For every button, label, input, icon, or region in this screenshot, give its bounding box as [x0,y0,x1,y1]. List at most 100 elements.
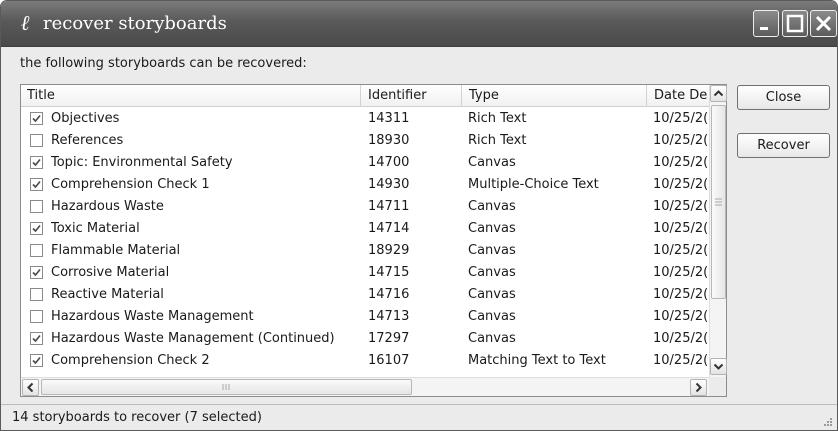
row-date: 10/25/2( [653,133,709,148]
row-type: Multiple-Choice Text [468,177,599,192]
chevron-left-icon [27,382,34,393]
list-rows: Objectives 14311 Rich Text 10/25/2(Referenc… [21,108,709,378]
row-identifier: 14311 [368,111,410,126]
row-identifier: 14711 [368,199,410,214]
recover-storyboards-dialog: ℓ recover storyboards the following stor… [0,0,838,431]
row-title: Comprehension Check 2 [51,353,210,368]
scroll-up-button[interactable] [710,85,727,102]
row-checkbox[interactable] [30,288,43,301]
table-row[interactable]: Topic: Environmental Safety 14700 Canvas 10… [21,152,709,174]
scroll-down-button[interactable] [710,358,727,375]
row-date: 10/25/2( [653,331,709,346]
row-title: Toxic Material [51,221,140,236]
row-title: Topic: Environmental Safety [51,155,233,170]
row-date: 10/25/2( [653,155,709,170]
row-identifier: 14714 [368,221,410,236]
row-date: 10/25/2( [653,177,709,192]
row-date: 10/25/2( [653,221,709,236]
row-checkbox[interactable] [30,354,43,367]
row-date: 10/25/2( [653,199,709,214]
storyboard-list[interactable]: Title Identifier Type Date De Objectives… [20,84,727,397]
column-header-title[interactable]: Title [21,85,361,107]
table-row[interactable]: Flammable Material 18929 Canvas 10/25/2( [21,240,709,262]
resize-grip-icon[interactable] [819,417,833,429]
table-row[interactable]: Hazardous Waste 14711 Canvas 10/25/2( [21,196,709,218]
title-bar[interactable]: ℓ recover storyboards [1,1,837,47]
window-title: recover storyboards [43,13,227,34]
checkmark-icon [32,268,41,277]
column-header-type[interactable]: Type [463,85,647,107]
row-type: Canvas [468,309,516,324]
vertical-scrollbar[interactable] [709,85,727,377]
row-checkbox[interactable] [30,156,43,169]
checkmark-icon [32,334,41,343]
table-row[interactable]: Reactive Material 14716 Canvas 10/25/2( [21,284,709,306]
row-type: Canvas [468,199,516,214]
row-identifier: 14700 [368,155,410,170]
checkmark-icon [32,114,41,123]
table-row[interactable]: Objectives 14311 Rich Text 10/25/2( [21,108,709,130]
table-row[interactable]: References 18930 Rich Text 10/25/2( [21,130,709,152]
row-checkbox[interactable] [30,266,43,279]
row-checkbox[interactable] [30,112,43,125]
minimize-button[interactable] [753,10,779,37]
row-type: Canvas [468,155,516,170]
table-row[interactable]: Hazardous Waste Management 14713 Canvas 10/… [21,306,709,328]
app-logo-icon: ℓ [21,10,30,35]
instruction-label: the following storyboards can be recover… [20,56,307,71]
row-checkbox[interactable] [30,134,43,147]
row-identifier: 18930 [368,133,410,148]
scroll-left-button[interactable] [22,379,39,396]
row-identifier: 18929 [368,243,410,258]
table-row[interactable]: Toxic Material 14714 Canvas 10/25/2( [21,218,709,240]
row-type: Canvas [468,331,516,346]
column-header-identifier[interactable]: Identifier [362,85,462,107]
row-type: Canvas [468,287,516,302]
row-date: 10/25/2( [653,309,709,324]
chevron-right-icon [695,382,702,393]
status-bar: 14 storyboards to recover (7 selected) [1,404,837,430]
row-checkbox[interactable] [30,200,43,213]
row-title: Corrosive Material [51,265,170,280]
row-title: Comprehension Check 1 [51,177,210,192]
row-title: Objectives [51,111,120,126]
recover-button[interactable]: Recover [737,133,830,158]
row-checkbox[interactable] [30,178,43,191]
table-row[interactable]: Hazardous Waste Management (Continued) 17… [21,328,709,350]
row-type: Canvas [468,221,516,236]
maximize-icon [786,14,804,33]
table-row[interactable]: Comprehension Check 1 14930 Multiple-Choic… [21,174,709,196]
scroll-right-button[interactable] [690,379,707,396]
row-date: 10/25/2( [653,353,709,368]
column-header-date[interactable]: Date De [648,85,709,107]
row-checkbox[interactable] [30,222,43,235]
table-row[interactable]: Corrosive Material 14715 Canvas 10/25/2( [21,262,709,284]
close-icon [815,15,832,32]
vertical-scroll-thumb[interactable] [711,105,726,299]
row-checkbox[interactable] [30,310,43,323]
row-title: Hazardous Waste Management [51,309,254,324]
close-button[interactable]: Close [737,85,830,110]
row-title: Hazardous Waste Management (Continued) [51,331,335,346]
checkmark-icon [32,356,41,365]
row-checkbox[interactable] [30,244,43,257]
row-title: References [51,133,124,148]
close-window-button[interactable] [810,10,837,37]
row-identifier: 14930 [368,177,410,192]
row-date: 10/25/2( [653,287,709,302]
status-text: 14 storyboards to recover (7 selected) [12,410,262,425]
checkmark-icon [32,180,41,189]
row-identifier: 17297 [368,331,410,346]
table-row[interactable]: Comprehension Check 2 16107 Matching Text … [21,350,709,372]
row-checkbox[interactable] [30,332,43,345]
row-title: Flammable Material [51,243,181,258]
horizontal-scrollbar[interactable] [21,377,709,396]
horizontal-scroll-thumb[interactable] [41,379,412,395]
maximize-button[interactable] [782,10,808,37]
row-identifier: 14716 [368,287,410,302]
row-identifier: 14713 [368,309,410,324]
list-header: Title Identifier Type Date De [21,85,709,107]
row-identifier: 16107 [368,353,410,368]
minimize-icon [760,27,768,30]
row-type: Canvas [468,265,516,280]
